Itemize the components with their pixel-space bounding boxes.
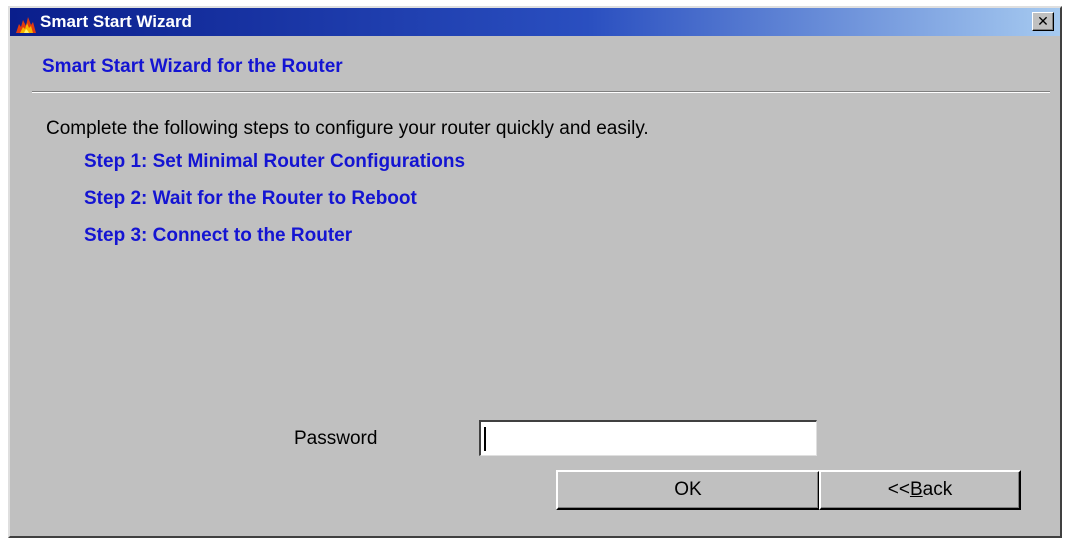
header-separator: [32, 91, 1050, 93]
wizard-window: Smart Start Wizard ✕ Smart Start Wizard …: [8, 6, 1062, 538]
step-2-link[interactable]: Step 2: Wait for the Router to Reboot: [84, 188, 417, 210]
close-button[interactable]: ✕: [1032, 12, 1054, 31]
ok-button[interactable]: OK: [556, 470, 820, 510]
intro-text: Complete the following steps to configur…: [46, 118, 649, 139]
back-button[interactable]: << Back: [819, 470, 1021, 510]
back-button-rest: ack: [922, 479, 953, 500]
step-3-link[interactable]: Step 3: Connect to the Router: [84, 225, 352, 247]
back-button-mnemonic: B: [909, 479, 923, 500]
password-label: Password: [294, 428, 378, 449]
wizard-header: Smart Start Wizard for the Router: [42, 56, 343, 77]
window-title: Smart Start Wizard: [40, 12, 192, 31]
step-1-link[interactable]: Step 1: Set Minimal Router Configuration…: [84, 151, 465, 173]
close-icon: ✕: [1037, 13, 1049, 30]
back-button-prefix: <<: [887, 479, 910, 500]
password-input[interactable]: [479, 420, 817, 456]
title-bar[interactable]: Smart Start Wizard ✕: [10, 8, 1060, 36]
ok-button-label: OK: [674, 479, 702, 500]
flame-icon: [16, 17, 36, 33]
